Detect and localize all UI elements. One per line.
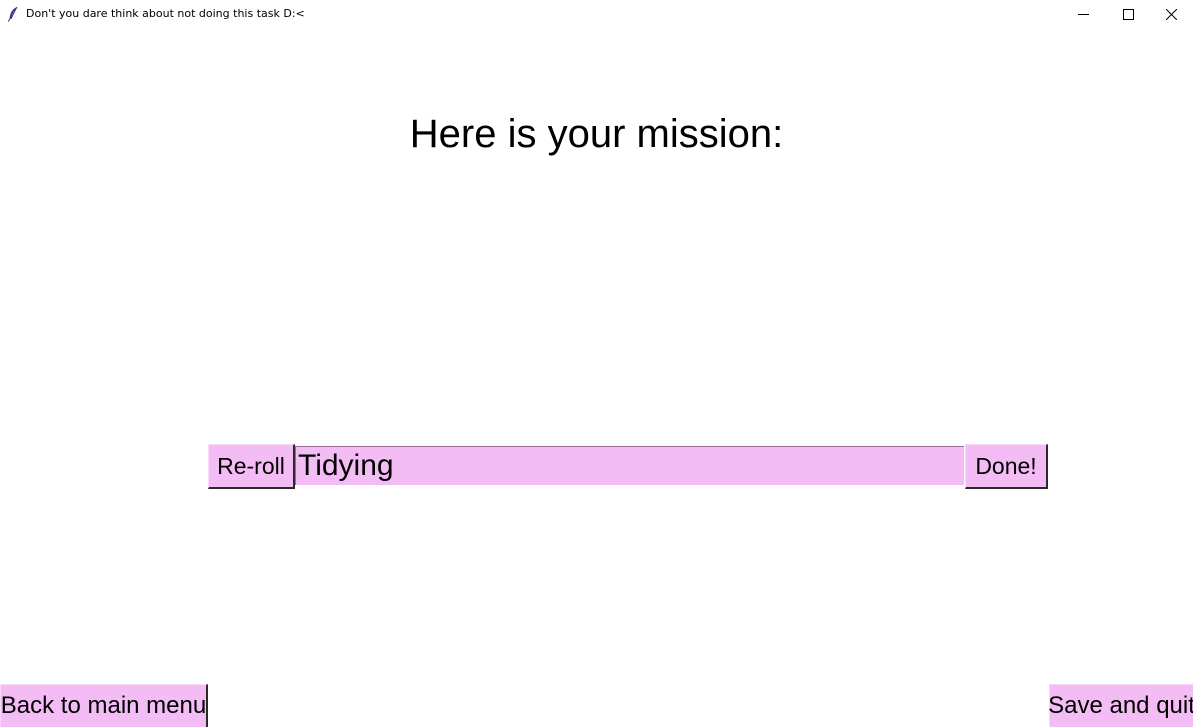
- back-to-main-menu-button[interactable]: Back to main menu: [0, 684, 208, 727]
- reroll-button[interactable]: Re-roll: [208, 444, 295, 489]
- mission-heading: Here is your mission:: [409, 112, 784, 156]
- task-field: Tidying: [295, 446, 964, 485]
- minimize-icon: [1077, 9, 1089, 20]
- minimize-button[interactable]: [1060, 0, 1106, 28]
- close-button[interactable]: [1150, 0, 1193, 28]
- feather-icon: [6, 6, 20, 22]
- maximize-button[interactable]: [1105, 0, 1151, 28]
- save-and-quit-button[interactable]: Save and quit: [1048, 684, 1193, 727]
- maximize-icon: [1122, 8, 1134, 20]
- close-icon: [1166, 8, 1177, 20]
- done-button[interactable]: Done!: [965, 444, 1048, 489]
- window-title: Don't you dare think about not doing thi…: [26, 7, 305, 20]
- title-bar: Don't you dare think about not doing thi…: [0, 0, 1193, 28]
